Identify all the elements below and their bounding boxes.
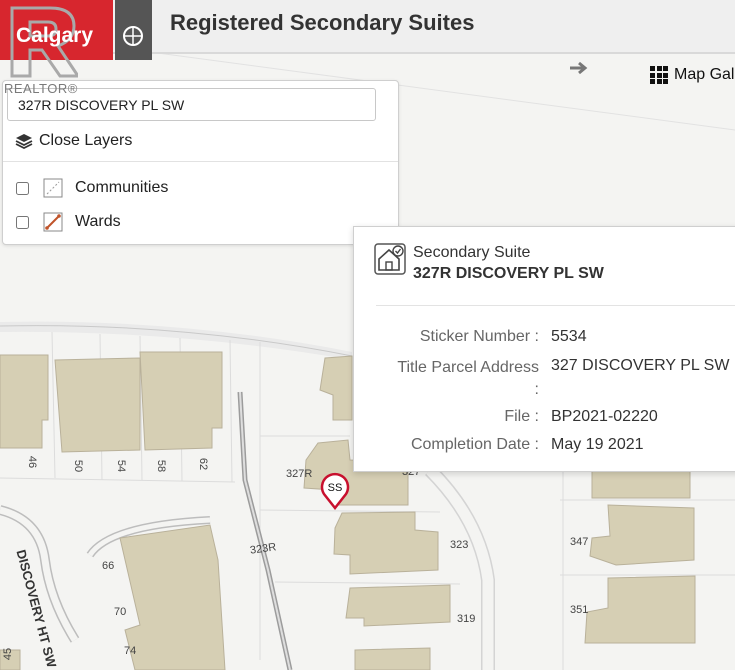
close-layers-button[interactable]: Close Layers <box>15 132 132 150</box>
page-title: Registered Secondary Suites <box>170 10 475 35</box>
completion-date-label: Completion Date : <box>410 436 539 453</box>
wards-layer-icon <box>43 212 63 232</box>
communities-layer-icon <box>43 178 63 198</box>
lot-number: 74 <box>124 645 137 657</box>
lot-number: 323 <box>450 539 469 551</box>
close-layers-label: Close Layers <box>39 132 133 149</box>
layers-icon <box>15 134 33 149</box>
calgary-logo[interactable]: Calgary <box>0 0 113 78</box>
sticker-number-value: 5534 <box>551 328 587 345</box>
title-parcel-address-label: Title Parcel Address: <box>397 359 539 398</box>
layer-item-wards: Wards <box>16 212 121 232</box>
popup-feature-type: Secondary Suite <box>413 244 531 261</box>
lot-number: 347 <box>570 536 589 548</box>
sticker-number-label: Sticker Number : <box>419 328 539 345</box>
popup-divider <box>376 305 735 306</box>
arrow-right-icon[interactable] <box>568 60 592 76</box>
lot-number: 45 <box>2 647 15 661</box>
map-gallery-button[interactable]: Map Gal <box>650 66 734 84</box>
communities-label: Communities <box>75 179 169 196</box>
lot-number: 46 <box>26 455 39 469</box>
lot-number: 58 <box>155 459 168 473</box>
map-gallery-label: Map Gal <box>674 66 735 83</box>
popup-address: 327R DISCOVERY PL SW <box>413 265 604 282</box>
logo-text: Calgary <box>16 24 94 47</box>
feature-popup: Secondary Suite 327R DISCOVERY PL SW Sti… <box>353 226 735 472</box>
marker-label: SS <box>328 482 343 494</box>
lot-number: 50 <box>72 459 85 473</box>
lot-number: 54 <box>115 459 128 473</box>
wards-label: Wards <box>75 213 121 230</box>
lot-number: 319 <box>457 613 476 625</box>
house-icon <box>374 243 406 275</box>
app-header: Calgary Registered Secondary Suites <box>0 0 735 78</box>
layers-panel: Close Layers Communities Wards <box>2 80 399 245</box>
grid-icon <box>650 66 668 84</box>
lot-number: 62 <box>197 457 210 471</box>
layer-item-communities: Communities <box>16 178 168 198</box>
lot-number: 351 <box>570 604 589 616</box>
communities-checkbox[interactable] <box>16 181 29 195</box>
crest-icon <box>123 26 143 46</box>
lot-number: 327R <box>286 468 313 480</box>
secondary-suite-marker[interactable]: SS <box>318 470 352 510</box>
file-value: BP2021-02220 <box>551 408 658 425</box>
lot-number: 70 <box>114 606 127 618</box>
realtor-watermark: REALTOR® <box>4 81 78 96</box>
completion-date-value: May 19 2021 <box>551 436 644 453</box>
wards-checkbox[interactable] <box>16 215 29 229</box>
title-parcel-address-value: 327 DISCOVERY PL SW <box>551 357 730 374</box>
file-label: File : <box>504 408 539 425</box>
city-crest <box>115 0 152 60</box>
lot-number: 66 <box>102 560 115 572</box>
divider <box>3 161 398 162</box>
